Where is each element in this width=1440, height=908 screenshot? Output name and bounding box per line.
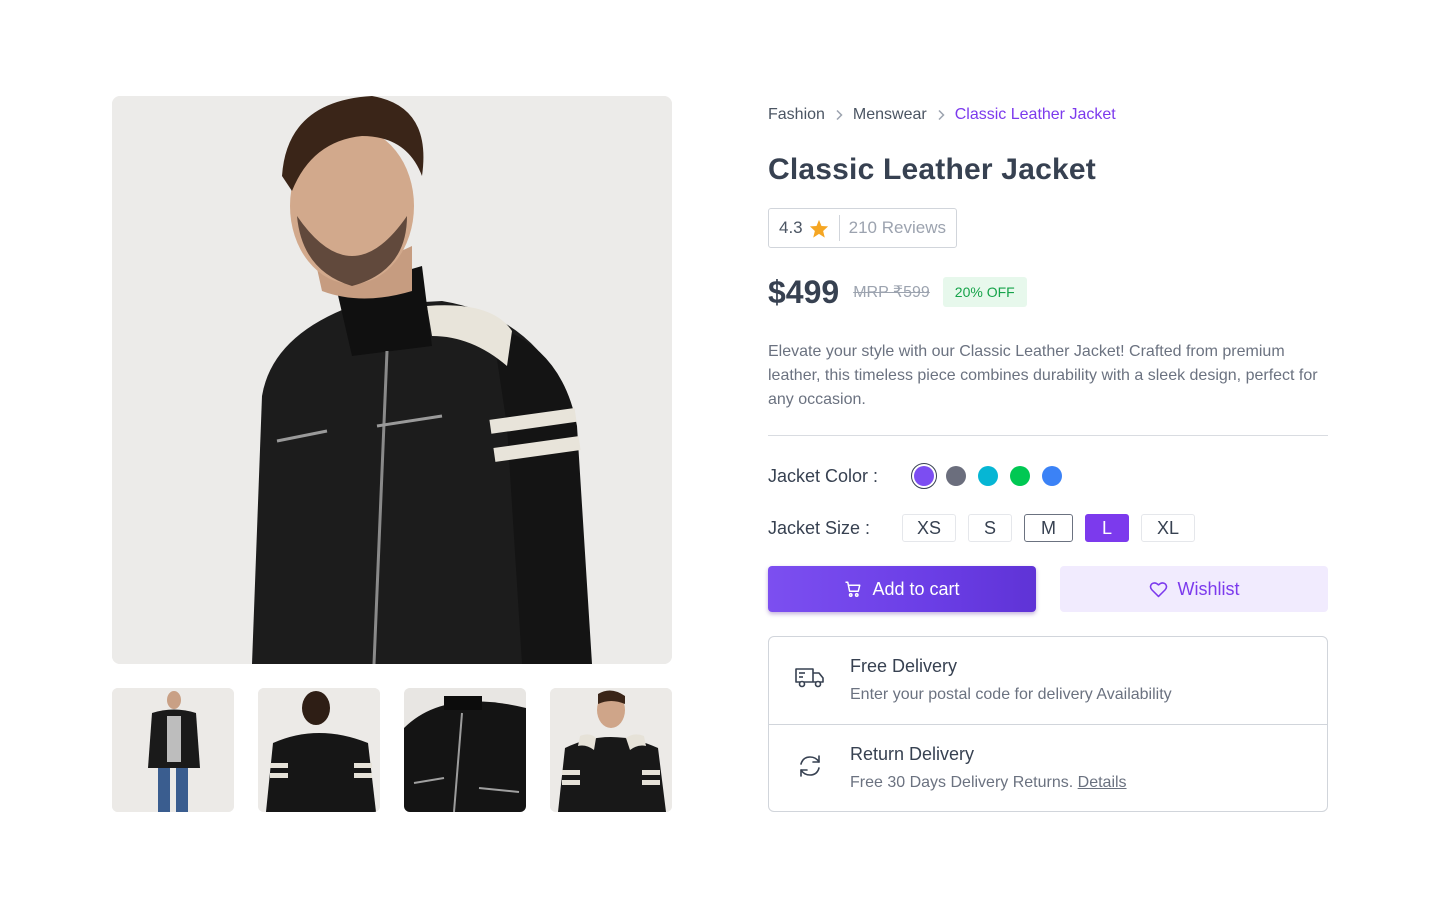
color-swatch-green[interactable] [1010,466,1030,486]
rating-summary[interactable]: 4.3 210 Reviews [768,208,957,248]
return-details-link[interactable]: Details [1078,774,1127,791]
chevron-right-icon [825,109,853,121]
breadcrumb-item-fashion[interactable]: Fashion [768,106,825,124]
product-info-panel: Fashion Menswear Classic Leather Jacket … [768,96,1328,812]
free-delivery-item: Free Delivery Enter your postal code for… [769,637,1327,724]
color-swatch-blue[interactable] [1042,466,1062,486]
return-delivery-item: Return Delivery Free 30 Days Delivery Re… [769,724,1327,811]
color-swatch-gray[interactable] [946,466,966,486]
color-label: Jacket Color : [768,465,879,486]
size-option-l[interactable]: L [1085,514,1129,542]
main-product-image [112,96,672,664]
chevron-right-icon [927,109,955,121]
cart-icon [844,580,862,598]
free-delivery-subtitle: Enter your postal code for delivery Avai… [850,686,1172,703]
refresh-icon [769,743,850,779]
star-icon [809,219,829,238]
add-to-cart-label: Add to cart [872,578,960,599]
thumbnail-back[interactable] [258,688,380,812]
thumbnail-back-image [258,688,380,812]
return-delivery-subtitle: Free 30 Days Delivery Returns. Details [850,773,1127,793]
color-swatch-cyan[interactable] [978,466,998,486]
size-option-s[interactable]: S [968,514,1012,542]
breadcrumb-item-menswear[interactable]: Menswear [853,106,927,124]
breadcrumb: Fashion Menswear Classic Leather Jacket [768,96,1328,134]
thumbnail-front-closeup-image [550,688,672,812]
size-option-m[interactable]: M [1024,514,1073,542]
section-divider [768,435,1328,436]
size-option-xs[interactable]: XS [902,514,956,542]
return-delivery-text: Free 30 Days Delivery Returns. [850,774,1074,791]
action-buttons: Add to cart Wishlist [768,566,1328,612]
free-delivery-title: Free Delivery [850,656,958,676]
wishlist-label: Wishlist [1177,578,1240,599]
wishlist-button[interactable]: Wishlist [1060,566,1328,612]
thumbnail-front-closeup[interactable] [550,688,672,812]
truck-icon [769,655,850,689]
thumbnail-detail-image [404,688,526,812]
rating-divider [838,215,840,241]
breadcrumb-current: Classic Leather Jacket [954,106,1116,123]
rating-score: 4.3 [779,218,803,237]
add-to-cart-button[interactable]: Add to cart [768,566,1036,612]
heart-icon [1149,581,1168,598]
original-price: MRP ₹599 [853,284,930,301]
thumbnail-detail[interactable] [404,688,526,812]
discount-badge: 20% OFF [942,277,1027,307]
price-row: $499 MRP ₹599 20% OFF [768,272,1328,312]
jacket-model-photo [112,96,672,664]
color-swatch-purple[interactable] [911,463,937,489]
thumbnail-front-full[interactable] [112,688,234,812]
product-title: Classic Leather Jacket [768,153,1096,186]
color-selector: Jacket Color : [768,462,1328,490]
product-description: Elevate your style with our Classic Leat… [768,343,1318,408]
size-option-xl[interactable]: XL [1141,514,1195,542]
delivery-info: Free Delivery Enter your postal code for… [768,636,1328,812]
size-selector: Jacket Size : XS S M L XL [768,514,1328,542]
sale-price: $499 [768,273,840,310]
review-count[interactable]: 210 Reviews [849,218,946,238]
size-label: Jacket Size : [768,517,871,538]
thumbnail-strip [112,688,672,812]
thumbnail-front-full-image [112,688,234,812]
return-delivery-title: Return Delivery [850,744,975,764]
